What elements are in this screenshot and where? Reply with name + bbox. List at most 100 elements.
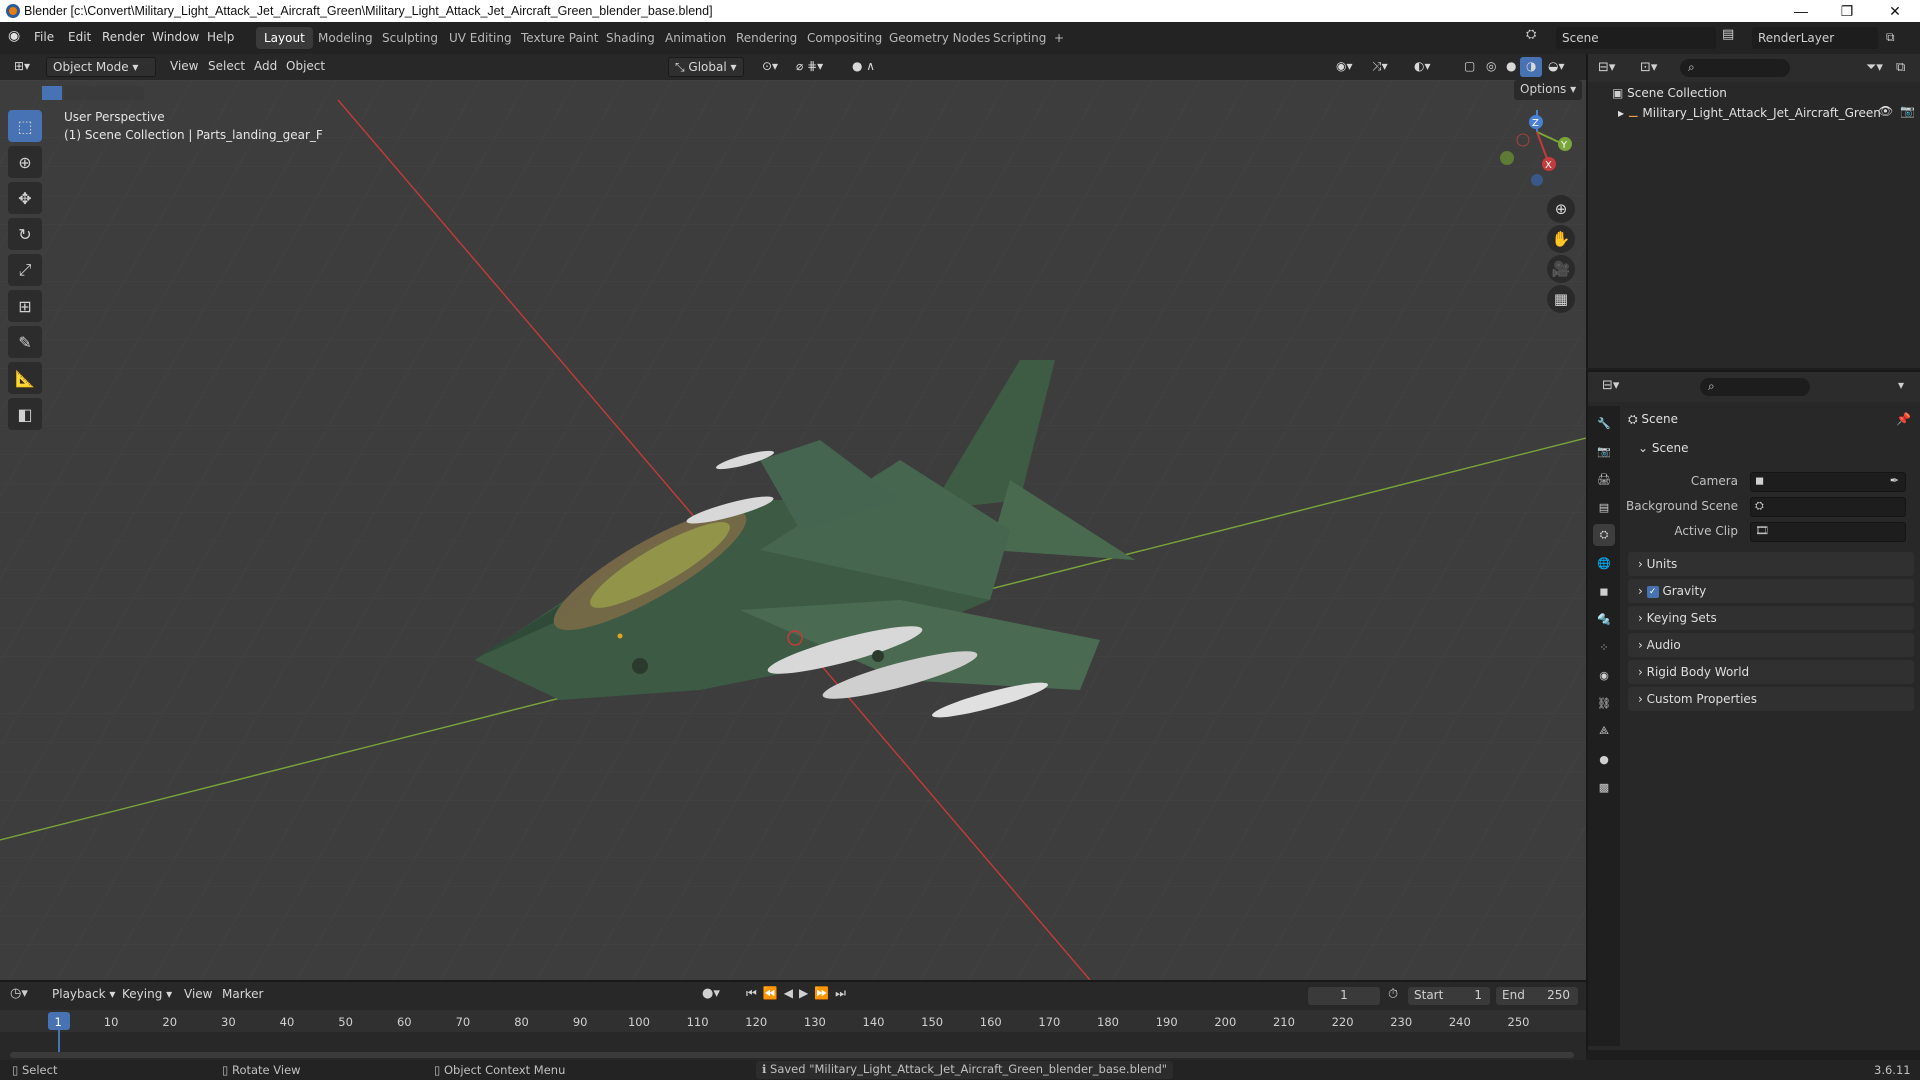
gravity-checkbox[interactable]: ✓ [1646, 585, 1659, 598]
menu-render[interactable]: Render [102, 30, 145, 44]
tab-geometry-nodes[interactable]: Geometry Nodes [881, 27, 998, 49]
rotate-tool-icon[interactable]: ↻ [8, 218, 42, 250]
select-box-tool-icon[interactable]: ⬚ [8, 110, 42, 142]
add-cube-tool-icon[interactable]: ◧ [8, 398, 42, 430]
transform-orientation-dropdown[interactable]: ⤡ Global ▾ [668, 57, 744, 77]
audio-section[interactable]: › Audio [1628, 633, 1914, 657]
texture-tab-icon[interactable]: ▩ [1593, 776, 1615, 798]
editor-type-icon[interactable]: ⊞▾ [8, 57, 40, 77]
particles-tab-icon[interactable]: ⁘ [1593, 636, 1615, 658]
menu-window[interactable]: Window [152, 30, 199, 44]
constraints-tab-icon[interactable]: ⛓ [1593, 692, 1615, 714]
end-frame-field[interactable]: End 250 [1496, 987, 1578, 1005]
minimize-button[interactable]: — [1784, 1, 1818, 21]
background-scene-field[interactable]: ⛭ [1750, 497, 1906, 517]
snap-icon[interactable]: ⌀ ⋕▾ [790, 57, 829, 77]
menu-playback[interactable]: Playback ▾ [46, 985, 121, 1005]
outliner-search-input[interactable]: ⌕ [1680, 59, 1790, 77]
tool-tab-icon[interactable]: 🔧 [1593, 412, 1615, 434]
select-mode-icons[interactable] [64, 86, 144, 100]
move-tool-icon[interactable]: ✥ [8, 182, 42, 214]
units-section[interactable]: › Units [1628, 552, 1914, 576]
xray-icon[interactable]: ▢ [1458, 57, 1481, 77]
playback-controls[interactable]: ⏮⏪◀▶⏩⏭ [746, 986, 852, 1001]
tab-modeling[interactable]: Modeling [310, 27, 381, 49]
blender-menu-icon[interactable]: ◉ [8, 28, 28, 48]
transform-tool-icon[interactable]: ⊞ [8, 290, 42, 322]
ortho-grid-icon[interactable]: ▦ [1547, 285, 1575, 313]
outliner-scene-collection[interactable]: ▣ Scene Collection [1612, 86, 1727, 100]
tab-compositing[interactable]: Compositing [799, 27, 890, 49]
start-frame-field[interactable]: Start 1 [1408, 987, 1490, 1005]
material-shading-icon[interactable]: ◑ [1520, 57, 1543, 77]
active-clip-field[interactable]: 🎞 [1750, 522, 1906, 542]
world-tab-icon[interactable]: 🌐 [1593, 552, 1615, 574]
tab-shading[interactable]: Shading [598, 27, 663, 49]
rigid-body-world-section[interactable]: › Rigid Body World [1628, 660, 1914, 684]
outliner-display-mode-icon[interactable]: ⊟▾ [1598, 60, 1615, 75]
close-button[interactable]: ✕ [1878, 1, 1912, 21]
pan-hand-icon[interactable]: ✋ [1547, 225, 1575, 253]
menu-edit[interactable]: Edit [68, 30, 91, 44]
scene-icon[interactable]: ⛭ [1526, 27, 1548, 49]
gizmo-toggle-icon[interactable]: ⤨▾ [1366, 57, 1394, 77]
zoom-icon[interactable]: ⊕ [1547, 195, 1575, 223]
render-camera-icon[interactable]: 📷 [1900, 104, 1915, 118]
keying-sets-section[interactable]: › Keying Sets [1628, 606, 1914, 630]
object-tab-icon[interactable]: ◼ [1593, 580, 1615, 602]
data-tab-icon[interactable]: ⟁ [1593, 720, 1615, 742]
menu-select[interactable]: Select [202, 57, 251, 77]
current-frame-field[interactable]: 1 [1308, 987, 1380, 1005]
menu-add[interactable]: Add [248, 57, 283, 77]
timer-icon[interactable]: ⏱ [1388, 987, 1398, 1002]
menu-marker[interactable]: Marker [216, 985, 269, 1005]
renderlayer-name-field[interactable]: RenderLayer [1752, 27, 1878, 49]
pivot-point-icon[interactable]: ⊙▾ [756, 57, 784, 77]
maximize-button[interactable]: ❐ [1830, 1, 1864, 21]
outliner-filter-mode-icon[interactable]: ⊡▾ [1640, 60, 1657, 75]
properties-search-input[interactable]: ⌕ [1700, 378, 1810, 396]
outliner-item-jet[interactable]: ▸ ⚊ Military_Light_Attack_Jet_Aircraft_G… [1618, 106, 1918, 120]
annotate-tool-icon[interactable]: ✎ [8, 326, 42, 358]
new-renderlayer-icon[interactable]: ⧉ [1886, 30, 1902, 46]
rendered-shading-icon[interactable]: ◒▾ [1542, 57, 1571, 77]
render-tab-icon[interactable]: 📷 [1593, 440, 1615, 462]
menu-object[interactable]: Object [280, 57, 331, 77]
scene-name-field[interactable]: Scene [1556, 27, 1716, 49]
scale-tool-icon[interactable]: ⤢ [8, 254, 42, 286]
tab-texture-paint[interactable]: Texture Paint [513, 27, 606, 49]
menu-timeline-view[interactable]: View [178, 985, 218, 1005]
tab-sculpting[interactable]: Sculpting [374, 27, 446, 49]
custom-properties-section[interactable]: › Custom Properties [1628, 687, 1914, 711]
proportional-editing-icon[interactable]: ● ∧ [846, 57, 881, 77]
viewport-options-dropdown[interactable]: Options ▾ [1514, 80, 1583, 100]
renderlayer-icon[interactable]: ▤ [1722, 27, 1744, 49]
material-tab-icon[interactable]: ● [1593, 748, 1615, 770]
scene-panel-header[interactable]: ⌄ Scene [1628, 436, 1914, 460]
timeline-editor-type-icon[interactable]: ◷▾ [10, 986, 28, 1001]
object-mode-dropdown[interactable]: Object Mode ▾ [46, 57, 156, 77]
menu-help[interactable]: Help [207, 30, 234, 44]
properties-options-icon[interactable]: ▾ [1898, 378, 1904, 392]
add-workspace-button[interactable]: + [1046, 27, 1072, 49]
eye-visibility-icon[interactable]: 👁 [1878, 104, 1893, 118]
eyedropper-icon[interactable]: ✒ [1890, 474, 1899, 487]
overlays-icon[interactable]: ◐▾ [1408, 57, 1437, 77]
camera-field[interactable]: ◼ ✒ [1750, 472, 1906, 492]
physics-tab-icon[interactable]: ◉ [1593, 664, 1615, 686]
select-box-mode-icon[interactable] [42, 86, 62, 100]
tab-layout[interactable]: Layout [256, 27, 313, 49]
tab-rendering[interactable]: Rendering [728, 27, 805, 49]
menu-keying[interactable]: Keying ▾ [116, 985, 178, 1005]
modifier-tab-icon[interactable]: 🔩 [1593, 608, 1615, 630]
expand-arrow-icon[interactable]: ▸ [1618, 106, 1628, 120]
3d-viewport[interactable]: Z Y X User Perspective (1) Scene Collect… [0, 80, 1586, 980]
menu-file[interactable]: File [34, 30, 54, 44]
measure-tool-icon[interactable]: 📐 [8, 362, 42, 394]
camera-view-icon[interactable]: 🎥 [1547, 255, 1575, 283]
properties-editor-type-icon[interactable]: ⊟▾ [1602, 378, 1619, 393]
tab-scripting[interactable]: Scripting [985, 27, 1054, 49]
visibility-icon[interactable]: ◉▾ [1330, 57, 1359, 77]
outliner-filter-icon[interactable]: ⏷▾ [1866, 60, 1883, 75]
new-collection-icon[interactable]: ⧉ [1896, 60, 1905, 75]
